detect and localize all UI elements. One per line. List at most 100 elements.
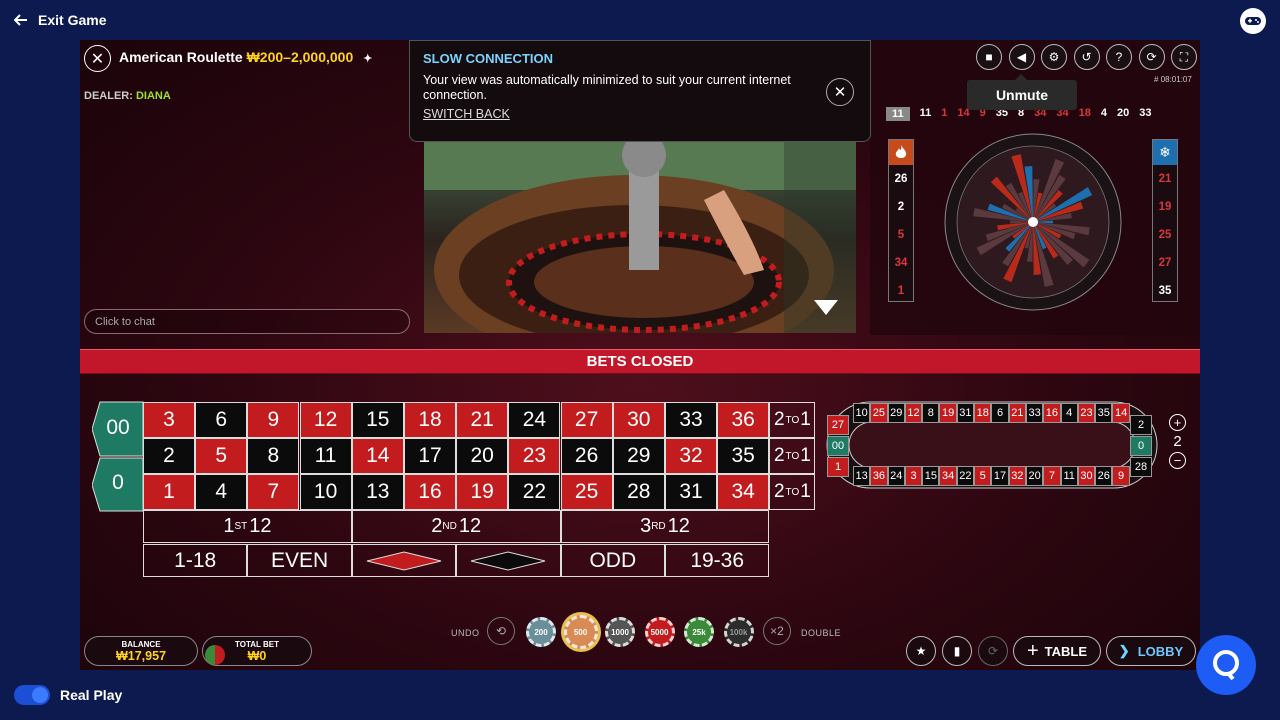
exit-game-button[interactable]: Exit Game xyxy=(14,12,106,28)
bet-number-2[interactable]: 2 xyxy=(143,438,195,474)
bet-number-22[interactable]: 22 xyxy=(508,474,561,510)
bet-number-17[interactable]: 17 xyxy=(404,438,456,474)
fullscreen-icon[interactable]: ⛶ xyxy=(1171,44,1197,70)
racetrack-number[interactable]: 35 xyxy=(1095,403,1113,423)
bet-number-29[interactable]: 29 xyxy=(612,438,665,474)
racetrack-number[interactable]: 34 xyxy=(939,466,957,486)
help-icon[interactable]: ? xyxy=(1106,44,1132,70)
close-notice-button[interactable]: ✕ xyxy=(826,78,854,106)
racetrack-number[interactable]: 1 xyxy=(827,457,849,477)
double-button[interactable]: ×2 xyxy=(763,617,791,645)
bet-number-24[interactable]: 24 xyxy=(508,402,561,438)
racetrack-number[interactable]: 6 xyxy=(991,403,1009,423)
dozen-bet[interactable]: 1 ST 12 xyxy=(143,510,352,543)
racetrack-number[interactable]: 33 xyxy=(1025,403,1044,423)
bet-00[interactable]: 00 xyxy=(100,416,136,440)
bet-number-36[interactable]: 36 xyxy=(717,402,770,438)
racetrack-number[interactable]: 10 xyxy=(853,403,871,423)
bet-number-7[interactable]: 7 xyxy=(247,474,300,510)
bet-number-12[interactable]: 12 xyxy=(299,402,352,438)
racetrack-number[interactable]: 32 xyxy=(1008,466,1026,486)
racetrack-number[interactable]: 19 xyxy=(939,403,957,423)
plus-icon[interactable]: + xyxy=(1169,414,1186,431)
favourites-star-icon[interactable]: ★ xyxy=(906,636,936,666)
real-play-toggle[interactable] xyxy=(14,685,50,705)
dozen-bet[interactable]: 3 RD 12 xyxy=(560,510,770,543)
racetrack-number[interactable]: 24 xyxy=(887,466,905,486)
bet-low[interactable]: 1-18 xyxy=(143,544,248,577)
racetrack-number[interactable]: 36 xyxy=(870,466,888,486)
table-button[interactable]: + TABLE xyxy=(1013,636,1101,666)
bet-number-20[interactable]: 20 xyxy=(456,438,509,474)
bet-black[interactable] xyxy=(456,544,561,577)
settings-icon[interactable]: ⚙ xyxy=(1041,44,1067,70)
bet-number-32[interactable]: 32 xyxy=(665,438,717,474)
bet-number-33[interactable]: 33 xyxy=(665,402,717,438)
statistics-icon[interactable]: ▮ xyxy=(942,636,972,666)
lobby-button[interactable]: ❯ LOBBY xyxy=(1106,636,1196,666)
chip-5000[interactable]: 5000 xyxy=(644,617,675,647)
bet-number-30[interactable]: 30 xyxy=(612,402,665,438)
racetrack-number[interactable]: 2 xyxy=(1130,415,1152,435)
chip-200[interactable]: 200 xyxy=(526,617,556,647)
chat-input[interactable]: Click to chat xyxy=(84,309,410,334)
racetrack-number[interactable]: 4 xyxy=(1060,403,1078,423)
sound-icon[interactable]: ◀ xyxy=(1008,44,1035,70)
racetrack-number[interactable]: 00 xyxy=(827,436,849,456)
gamepad-icon[interactable] xyxy=(1240,8,1266,34)
switch-back-link[interactable]: SWITCH BACK xyxy=(423,107,857,121)
bet-number-14[interactable]: 14 xyxy=(351,438,404,474)
racetrack-number[interactable]: 27 xyxy=(827,415,849,435)
racetrack-number[interactable]: 9 xyxy=(1112,466,1130,486)
racetrack-number[interactable]: 30 xyxy=(1077,466,1096,486)
chip-25k[interactable]: 25k xyxy=(684,617,714,647)
racetrack-number[interactable]: 16 xyxy=(1043,403,1061,423)
racetrack-number[interactable]: 13 xyxy=(853,466,871,486)
support-chat-button[interactable] xyxy=(1196,635,1256,695)
bet-odd[interactable]: ODD xyxy=(560,544,665,577)
racetrack-number[interactable]: 17 xyxy=(991,466,1009,486)
bet-number-28[interactable]: 28 xyxy=(612,474,665,510)
bet-number-15[interactable]: 15 xyxy=(351,402,404,438)
bet-0[interactable]: 0 xyxy=(100,471,136,495)
racetrack-number[interactable]: 0 xyxy=(1130,436,1152,456)
column-bet[interactable]: 2 TO 1 xyxy=(769,438,816,474)
bet-number-5[interactable]: 5 xyxy=(195,438,248,474)
bet-number-27[interactable]: 27 xyxy=(560,402,613,438)
racetrack-number[interactable]: 18 xyxy=(974,403,992,423)
history-icon[interactable]: ↺ xyxy=(1073,44,1100,70)
pin-icon[interactable]: ✦ xyxy=(363,53,372,65)
racetrack-number[interactable]: 5 xyxy=(974,466,992,486)
racetrack-number[interactable]: 3 xyxy=(904,466,923,486)
chip-1000[interactable]: 1000 xyxy=(605,617,635,647)
bet-number-3[interactable]: 3 xyxy=(143,402,195,438)
autoplay-icon[interactable]: ⟳ xyxy=(978,636,1008,666)
racetrack-number[interactable]: 20 xyxy=(1025,466,1044,486)
chip-100k[interactable]: 100k xyxy=(723,617,754,647)
close-game-button[interactable]: ✕ xyxy=(84,45,111,72)
refresh-icon[interactable]: ⟳ xyxy=(1138,44,1165,70)
column-bet[interactable]: 2 TO 1 xyxy=(769,402,816,438)
bet-number-23[interactable]: 23 xyxy=(508,438,561,474)
bet-number-1[interactable]: 1 xyxy=(143,474,195,510)
column-bet[interactable]: 2 TO 1 xyxy=(769,474,816,510)
bet-number-31[interactable]: 31 xyxy=(665,474,717,510)
bet-even[interactable]: EVEN xyxy=(247,544,352,577)
racetrack-number[interactable]: 21 xyxy=(1008,403,1026,423)
racetrack-number[interactable]: 7 xyxy=(1043,466,1061,486)
racetrack-number[interactable]: 29 xyxy=(887,403,905,423)
racetrack-number[interactable]: 31 xyxy=(956,403,975,423)
bet-number-21[interactable]: 21 xyxy=(456,402,509,438)
bet-number-16[interactable]: 16 xyxy=(404,474,456,510)
chip-500[interactable]: 500 xyxy=(563,615,598,649)
racetrack-number[interactable]: 23 xyxy=(1077,403,1096,423)
bet-red[interactable] xyxy=(351,544,457,577)
bet-number-9[interactable]: 9 xyxy=(247,402,300,438)
bet-number-18[interactable]: 18 xyxy=(404,402,456,438)
racetrack-number[interactable]: 26 xyxy=(1095,466,1113,486)
bet-number-19[interactable]: 19 xyxy=(456,474,509,510)
video-icon[interactable]: ■ xyxy=(976,44,1002,70)
minus-icon[interactable]: − xyxy=(1169,452,1186,469)
undo-button[interactable]: ⟲ xyxy=(487,617,515,645)
dozen-bet[interactable]: 2 ND 12 xyxy=(351,510,561,543)
